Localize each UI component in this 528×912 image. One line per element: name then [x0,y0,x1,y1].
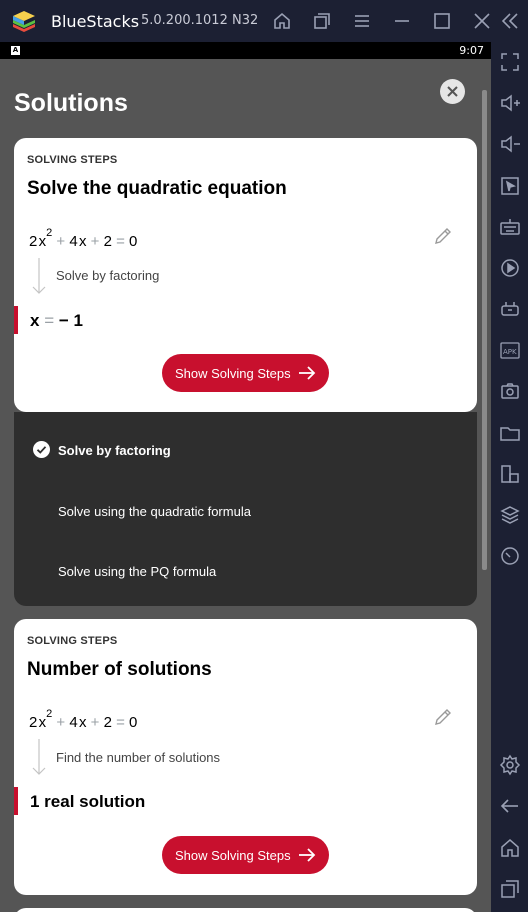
app-version: 5.0.200.1012 N32 [141,13,259,28]
arrow-right-icon [299,366,316,380]
multi-instance-icon[interactable] [312,11,332,31]
svg-text:APK: APK [503,348,517,356]
answer-marker [14,787,18,815]
methods-panel: Solve by factoring Solve using the quadr… [14,412,477,606]
method-option-quadratic-formula[interactable]: Solve using the quadratic formula [58,504,251,519]
close-button[interactable] [440,79,465,104]
bluestacks-logo-icon [13,11,35,32]
method-option-factoring[interactable]: Solve by factoring [58,443,171,458]
minimize-icon[interactable] [392,11,412,31]
edit-pencil-icon[interactable] [433,226,453,246]
macro-record-icon[interactable] [499,257,521,279]
button-label: Show Solving Steps [175,847,291,863]
equation[interactable]: 2 x2 + 4 x + 2 = 0 [29,227,137,250]
answer-marker [14,306,18,334]
close-icon [447,86,458,97]
button-label: Show Solving Steps [175,365,291,381]
step-method-text: Find the number of solutions [56,750,221,765]
multi-instance-icon[interactable] [499,463,521,485]
recent-apps-icon[interactable] [499,878,521,900]
check-circle-icon [33,441,50,458]
status-bar: A 9:07 [0,42,491,59]
show-solving-steps-button[interactable]: Show Solving Steps [162,836,329,874]
collapse-sidebar-icon[interactable] [500,11,520,31]
solving-steps-card [14,908,477,912]
scrollbar[interactable] [482,90,487,570]
answer: x = − 1 [30,311,83,330]
settings-icon[interactable] [499,754,521,776]
arrow-down-icon [32,257,46,295]
arrow-down-icon [32,738,46,776]
card-title: Solve the quadratic equation [27,178,287,199]
android-screen: A 9:07 Solutions SOLVING STEPS Solve the… [0,42,491,912]
equation[interactable]: 2 x2 + 4 x + 2 = 0 [29,708,137,731]
card-title: Number of solutions [27,659,212,680]
edit-pencil-icon[interactable] [433,707,453,727]
title-bar: BlueStacks 5.0.200.1012 N32 [0,0,528,42]
close-icon[interactable] [472,11,492,31]
home-icon[interactable] [272,11,292,31]
card-label: SOLVING STEPS [27,635,118,647]
layers-icon[interactable] [499,504,521,526]
card-label: SOLVING STEPS [27,154,118,166]
eco-mode-icon[interactable] [499,545,521,567]
show-solving-steps-button[interactable]: Show Solving Steps [162,354,329,392]
menu-icon[interactable] [352,11,372,31]
page-title: Solutions [14,89,128,117]
arrow-right-icon [299,848,316,862]
app-name: BlueStacks [51,12,140,31]
back-icon[interactable] [499,795,521,817]
side-toolbar: APK [491,42,528,912]
answer: 1 real solution [30,792,146,811]
volume-down-icon[interactable] [499,133,521,155]
home-icon[interactable] [499,837,521,859]
keyboard-icon[interactable] [499,216,521,238]
folder-icon[interactable] [499,422,521,444]
maximize-icon[interactable] [432,11,452,31]
game-controls-icon[interactable] [499,298,521,320]
status-time: 9:07 [459,44,484,57]
status-indicator: A [11,46,20,55]
method-option-pq-formula[interactable]: Solve using the PQ formula [58,564,216,579]
screenshot-icon[interactable] [499,380,521,402]
fullscreen-icon[interactable] [499,51,521,73]
apk-install-icon[interactable]: APK [499,339,521,361]
pointer-icon[interactable] [499,175,521,197]
step-method-text: Solve by factoring [56,268,160,283]
solving-steps-card: SOLVING STEPS Number of solutions 2 x2 +… [14,619,477,895]
solving-steps-card: SOLVING STEPS Solve the quadratic equati… [14,138,477,412]
volume-up-icon[interactable] [499,92,521,114]
